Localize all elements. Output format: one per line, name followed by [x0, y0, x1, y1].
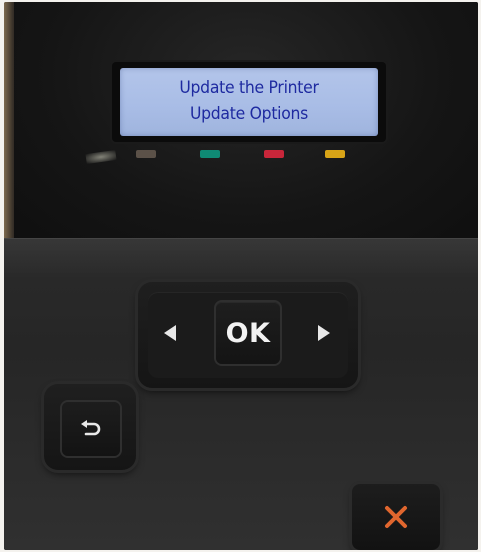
magenta-cartridge-light [264, 150, 284, 158]
lcd-display: Update the Printer Update Options [112, 62, 386, 142]
back-button[interactable] [62, 402, 120, 456]
display-line-1: Update the Printer [179, 78, 319, 98]
cancel-x-icon [385, 506, 407, 528]
right-arrow-button[interactable] [304, 313, 344, 353]
yellow-cartridge-light [325, 150, 345, 158]
back-icon [81, 420, 101, 436]
right-arrow-icon [318, 325, 330, 341]
ok-button[interactable]: OK [216, 302, 280, 364]
left-arrow-button[interactable] [150, 313, 190, 353]
display-line-2: Update Options [189, 104, 309, 124]
black-cartridge-light [136, 150, 156, 158]
cancel-button[interactable] [352, 484, 440, 550]
lcd-screen: Update the Printer Update Options [120, 68, 378, 136]
left-arrow-icon [164, 325, 176, 341]
printer-control-panel: Update the Printer Update Options OK [4, 2, 478, 550]
cyan-cartridge-light [200, 150, 220, 158]
